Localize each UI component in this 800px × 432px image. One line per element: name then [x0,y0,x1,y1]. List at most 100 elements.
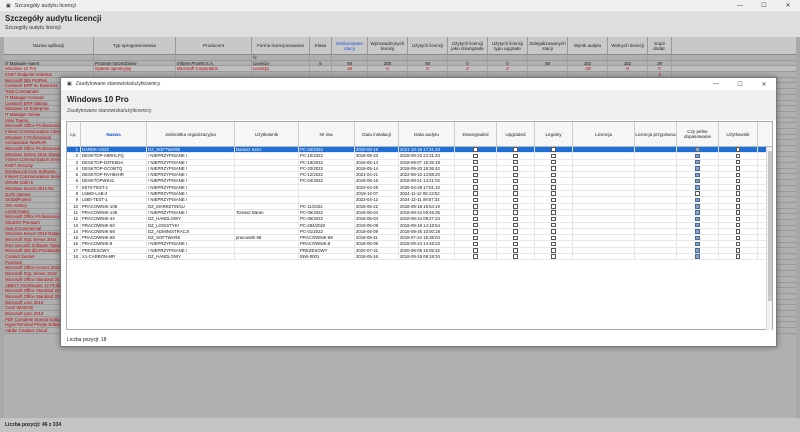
column-header[interactable]: Legalny [535,122,573,146]
checkbox[interactable] [735,185,741,190]
full-match-checkbox[interactable] [695,254,700,259]
checkbox[interactable] [513,172,518,178]
filter-cell[interactable] [608,55,648,60]
filter-cell[interactable] [488,55,528,60]
column-header[interactable]: Nr inw. [299,122,355,146]
checkbox[interactable] [513,222,518,228]
column-header[interactable]: Producent [176,37,252,54]
checkbox[interactable] [513,178,518,184]
dialog-close-button[interactable]: ✕ [752,78,776,90]
checkbox[interactable] [551,229,556,234]
column-header[interactable]: Typ oprogramowania [94,37,176,54]
checkbox[interactable] [551,222,556,228]
checkbox[interactable] [735,166,741,171]
checkbox[interactable] [473,147,478,152]
filter-cell[interactable] [176,55,252,60]
filter-cell[interactable] [448,55,488,60]
filter-cell[interactable] [4,55,94,60]
checkbox[interactable] [735,204,741,209]
checkbox[interactable] [735,172,741,178]
checkbox[interactable] [473,178,478,184]
column-header[interactable]: Kopii dodat. [648,37,672,54]
checkbox[interactable] [551,241,556,247]
checkbox[interactable] [513,191,518,196]
checkbox[interactable] [513,159,518,165]
checkbox[interactable] [513,166,518,171]
column-header[interactable]: Data instalacji [355,122,399,146]
checkbox[interactable] [473,222,478,228]
filter-cell[interactable] [528,55,568,60]
column-header[interactable]: Lp. [67,122,81,146]
checkbox[interactable] [735,222,741,228]
full-match-checkbox[interactable] [695,204,700,209]
checkbox[interactable] [513,241,518,247]
full-match-checkbox[interactable] [695,191,700,196]
checkbox[interactable] [513,204,518,209]
checkbox[interactable] [735,197,741,203]
checkbox[interactable] [735,241,741,247]
full-match-checkbox[interactable] [695,241,700,247]
column-header[interactable]: Upgraded [497,122,535,146]
checkbox[interactable] [513,185,518,190]
full-match-checkbox[interactable] [695,229,700,234]
maximize-button[interactable]: ☐ [752,0,776,11]
vertical-scrollbar[interactable] [766,147,772,330]
checkbox[interactable] [735,248,741,253]
checkbox[interactable] [513,248,518,253]
checkbox[interactable] [473,185,478,190]
filter-cell[interactable] [648,55,672,60]
full-match-checkbox[interactable] [695,210,700,215]
column-header[interactable]: Zalegalizowanych stacji [528,37,568,54]
station-row[interactable]: 18 X1-CARBON-MR DZ_HANDLOWY INW-0001 2018-05… [67,254,772,261]
full-match-checkbox[interactable] [695,235,700,241]
column-header[interactable]: Nazwa aplikacji [4,37,94,54]
checkbox[interactable] [473,172,478,178]
column-header[interactable]: Użytkownik [719,122,758,146]
full-match-checkbox[interactable] [695,216,700,222]
column-header[interactable]: Licencja przypisana [635,122,677,146]
checkbox[interactable] [551,197,556,203]
checkbox[interactable] [735,153,741,159]
column-header[interactable]: Wprowadzonych licencji [368,37,408,54]
full-match-checkbox[interactable] [695,248,700,253]
checkbox[interactable] [551,204,556,209]
checkbox[interactable] [513,254,518,259]
checkbox[interactable] [551,166,556,171]
checkbox[interactable] [473,248,478,253]
full-match-checkbox[interactable] [695,147,700,152]
checkbox[interactable] [735,159,741,165]
filter-cell[interactable] [368,55,408,60]
column-header[interactable]: Downgraded [455,122,497,146]
filter-cell[interactable]: ℕ [252,55,310,60]
checkbox[interactable] [473,229,478,234]
column-header[interactable]: Użytych licencji typu upgrade [488,37,528,54]
checkbox[interactable] [473,210,478,215]
full-match-checkbox[interactable] [695,185,700,190]
column-header[interactable]: Użytkownik [235,122,299,146]
checkbox[interactable] [473,166,478,171]
full-match-checkbox[interactable] [695,172,700,178]
filter-cell[interactable] [94,55,176,60]
filter-cell[interactable] [568,55,608,60]
column-header[interactable]: Jednostka organizacyjna [147,122,235,146]
column-header[interactable]: Nazwa [81,122,147,146]
checkbox[interactable] [735,235,741,241]
checkbox[interactable] [473,254,478,259]
checkbox[interactable] [735,229,741,234]
filter-cell[interactable] [408,55,448,60]
checkbox[interactable] [551,185,556,190]
checkbox[interactable] [551,178,556,184]
checkbox[interactable] [551,159,556,165]
full-match-checkbox[interactable] [695,153,700,159]
checkbox[interactable] [513,210,518,215]
full-match-checkbox[interactable] [695,222,700,228]
checkbox[interactable] [473,191,478,196]
checkbox[interactable] [513,147,518,152]
checkbox[interactable] [473,204,478,209]
column-header[interactable]: Deklarowane stacji [332,37,368,54]
checkbox[interactable] [551,210,556,215]
column-header[interactable]: Użytych licencji jako downgrade [448,37,488,54]
full-match-checkbox[interactable] [695,197,700,203]
full-match-checkbox[interactable] [695,159,700,165]
checkbox[interactable] [473,241,478,247]
